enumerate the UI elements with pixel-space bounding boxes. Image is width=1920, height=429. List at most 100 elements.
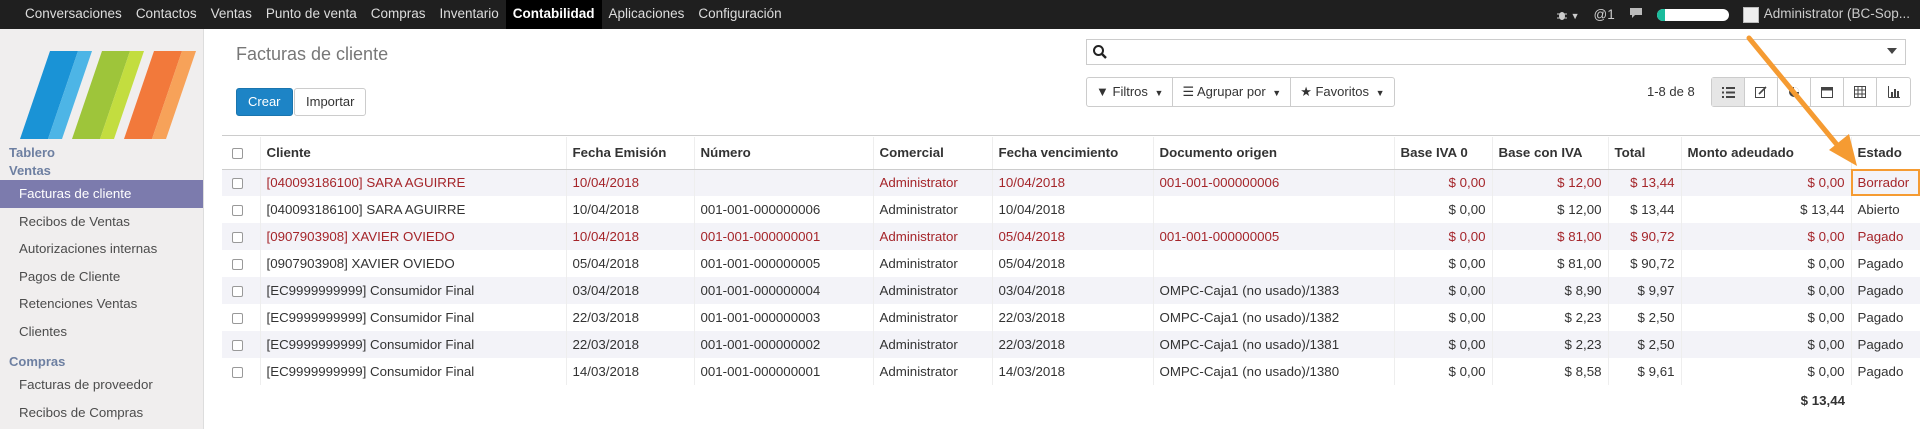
column-header-numero[interactable]: Número (693, 137, 873, 170)
row-checkbox[interactable] (222, 304, 260, 331)
column-header-documento-origen[interactable]: Documento origen (1152, 137, 1394, 170)
calendar-view-button[interactable] (1811, 78, 1844, 106)
debug-menu[interactable]: ▼ (1556, 7, 1579, 22)
sidebar-section-tablero[interactable]: Tablero (0, 143, 203, 161)
page-title: Facturas de cliente (236, 44, 389, 64)
bug-icon (1556, 12, 1567, 21)
cell-base-iva-0: $ 0,00 (1393, 169, 1492, 196)
cell-total: $ 90,72 (1607, 250, 1681, 277)
mentions-counter[interactable]: @1 (1593, 7, 1614, 22)
column-header-fecha-vencimiento[interactable]: Fecha vencimiento (991, 137, 1153, 170)
table-row[interactable]: [EC9999999999] Consumidor Final 22/03/201… (222, 331, 1920, 358)
sidebar-item-pagos-de-cliente[interactable]: Pagos de Cliente (0, 263, 203, 291)
cell-base-iva-0: $ 0,00 (1393, 250, 1492, 277)
cell-estado: Pagado (1850, 358, 1920, 385)
cell-cliente: [EC9999999999] Consumidor Final (259, 277, 566, 304)
table-row[interactable]: [040093186100] SARA AGUIRRE 10/04/2018 Adm… (222, 169, 1920, 196)
filters-button[interactable]: ▼ Filtros ▼ (1087, 78, 1174, 106)
cell-base-iva-0: $ 0,00 (1393, 277, 1492, 304)
control-panel: Facturas de cliente Crear Importar ▼ Fil… (222, 29, 1920, 136)
column-header-monto-adeudado[interactable]: Monto adeudado (1680, 137, 1851, 170)
column-header-base-iva-0[interactable]: Base IVA 0 (1393, 137, 1492, 170)
sidebar-item-recibos-de-ventas[interactable]: Recibos de Ventas (0, 208, 203, 236)
chevron-down-icon: ▼ (1272, 88, 1282, 98)
table-row[interactable]: [0907903908] XAVIER OVIEDO 05/04/2018 001-… (222, 250, 1920, 277)
menu-contabilidad[interactable]: Contabilidad (505, 0, 602, 29)
cell-total: $ 2,50 (1607, 304, 1681, 331)
menu-inventario[interactable]: Inventario (433, 0, 506, 29)
sidebar-item-clientes[interactable]: Clientes (0, 318, 203, 346)
pivot-view-button[interactable] (1844, 78, 1877, 106)
menu-contactos[interactable]: Contactos (129, 0, 204, 29)
cell-base-iva-0: $ 0,00 (1393, 223, 1492, 250)
sidebar-item-facturas-de-proveedor[interactable]: Facturas de proveedor (0, 371, 203, 399)
table-row[interactable]: [EC9999999999] Consumidor Final 03/04/201… (222, 277, 1920, 304)
row-checkbox[interactable] (222, 196, 260, 223)
top-menu-bar: Conversaciones Contactos Ventas Punto de… (0, 0, 1920, 29)
cell-estado: Pagado (1850, 277, 1920, 304)
column-header-total[interactable]: Total (1607, 137, 1681, 170)
filter-icon: ▼ (1096, 84, 1109, 99)
graph-view-button[interactable] (1778, 78, 1811, 106)
row-checkbox[interactable] (222, 277, 260, 304)
menu-punto-de-venta[interactable]: Punto de venta (259, 0, 364, 29)
search-bar[interactable] (1086, 39, 1906, 65)
list-view-icon (1721, 86, 1735, 98)
sidebar-section-ventas[interactable]: Ventas (0, 161, 203, 180)
form-view-button[interactable] (1745, 78, 1778, 106)
menu-conversaciones[interactable]: Conversaciones (18, 0, 129, 29)
select-all-checkbox[interactable] (222, 137, 260, 170)
chat-icon[interactable] (1629, 7, 1643, 22)
group-by-button[interactable]: ☰ Agrupar por ▼ (1173, 78, 1292, 106)
row-checkbox[interactable] (222, 358, 260, 385)
cell-fecha-vencimiento: 10/04/2018 (991, 196, 1153, 223)
cell-comercial: Administrator (872, 304, 992, 331)
search-dropdown-icon[interactable] (1887, 48, 1897, 54)
row-checkbox[interactable] (222, 223, 260, 250)
cell-fecha-emision: 03/04/2018 (565, 277, 694, 304)
import-button[interactable]: Importar (294, 88, 367, 116)
menu-compras[interactable]: Compras (364, 0, 433, 29)
table-row[interactable]: [EC9999999999] Consumidor Final 22/03/201… (222, 304, 1920, 331)
table-row[interactable]: [040093186100] SARA AGUIRRE 10/04/2018 001… (222, 196, 1920, 223)
column-header-cliente[interactable]: Cliente (259, 137, 566, 170)
menu-ventas[interactable]: Ventas (204, 0, 259, 29)
pager-value[interactable]: 1-8 de 8 (1647, 84, 1695, 99)
cell-comercial: Administrator (872, 277, 992, 304)
row-checkbox[interactable] (222, 169, 260, 196)
row-checkbox[interactable] (222, 250, 260, 277)
user-name: Administrator (BC-Sop... (1763, 6, 1910, 22)
column-header-comercial[interactable]: Comercial (872, 137, 992, 170)
table-row[interactable]: [0907903908] XAVIER OVIEDO 10/04/2018 001-… (222, 223, 1920, 250)
row-checkbox[interactable] (222, 331, 260, 358)
cell-fecha-vencimiento: 03/04/2018 (991, 277, 1153, 304)
column-header-estado[interactable]: Estado (1850, 137, 1920, 170)
user-menu[interactable]: Administrator (BC-Sop... (1742, 6, 1910, 23)
list-icon: ☰ (1182, 84, 1195, 99)
bar-graph-view-button[interactable] (1877, 78, 1910, 106)
bar-chart-icon (1887, 86, 1900, 98)
create-button[interactable]: Crear (236, 88, 293, 116)
cell-comercial: Administrator (872, 358, 992, 385)
cell-estado: Borrador (1850, 169, 1920, 196)
sidebar-section-compras[interactable]: Compras (0, 352, 203, 371)
menu-aplicaciones[interactable]: Aplicaciones (602, 0, 692, 29)
favorites-button[interactable]: ★ Favoritos ▼ (1291, 78, 1393, 106)
sidebar-item-autorizaciones-internas[interactable]: Autorizaciones internas (0, 235, 203, 263)
menu-configuracion[interactable]: Configuración (691, 0, 788, 29)
cell-base-iva-0: $ 0,00 (1393, 331, 1492, 358)
cell-fecha-emision: 10/04/2018 (565, 223, 694, 250)
sidebar-item-facturas-de-cliente[interactable]: Facturas de cliente (0, 180, 203, 208)
cell-cliente: [EC9999999999] Consumidor Final (259, 331, 566, 358)
sidebar-item-retenciones-ventas[interactable]: Retenciones Ventas (0, 290, 203, 318)
cell-base-con-iva: $ 2,23 (1491, 304, 1608, 331)
cell-numero (693, 169, 873, 196)
column-header-fecha-emision[interactable]: Fecha Emisión (565, 137, 694, 170)
cell-monto-adeudado: $ 0,00 (1680, 304, 1851, 331)
search-options: ▼ Filtros ▼ ☰ Agrupar por ▼ ★ Favoritos … (1086, 77, 1395, 107)
sidebar-item-recibos-de-compras[interactable]: Recibos de Compras (0, 399, 203, 427)
table-row[interactable]: [EC9999999999] Consumidor Final 14/03/201… (222, 358, 1920, 385)
column-header-base-con-iva[interactable]: Base con IVA (1491, 137, 1608, 170)
list-view-button[interactable] (1712, 78, 1745, 106)
chevron-down-icon: ▼ (1154, 88, 1164, 98)
